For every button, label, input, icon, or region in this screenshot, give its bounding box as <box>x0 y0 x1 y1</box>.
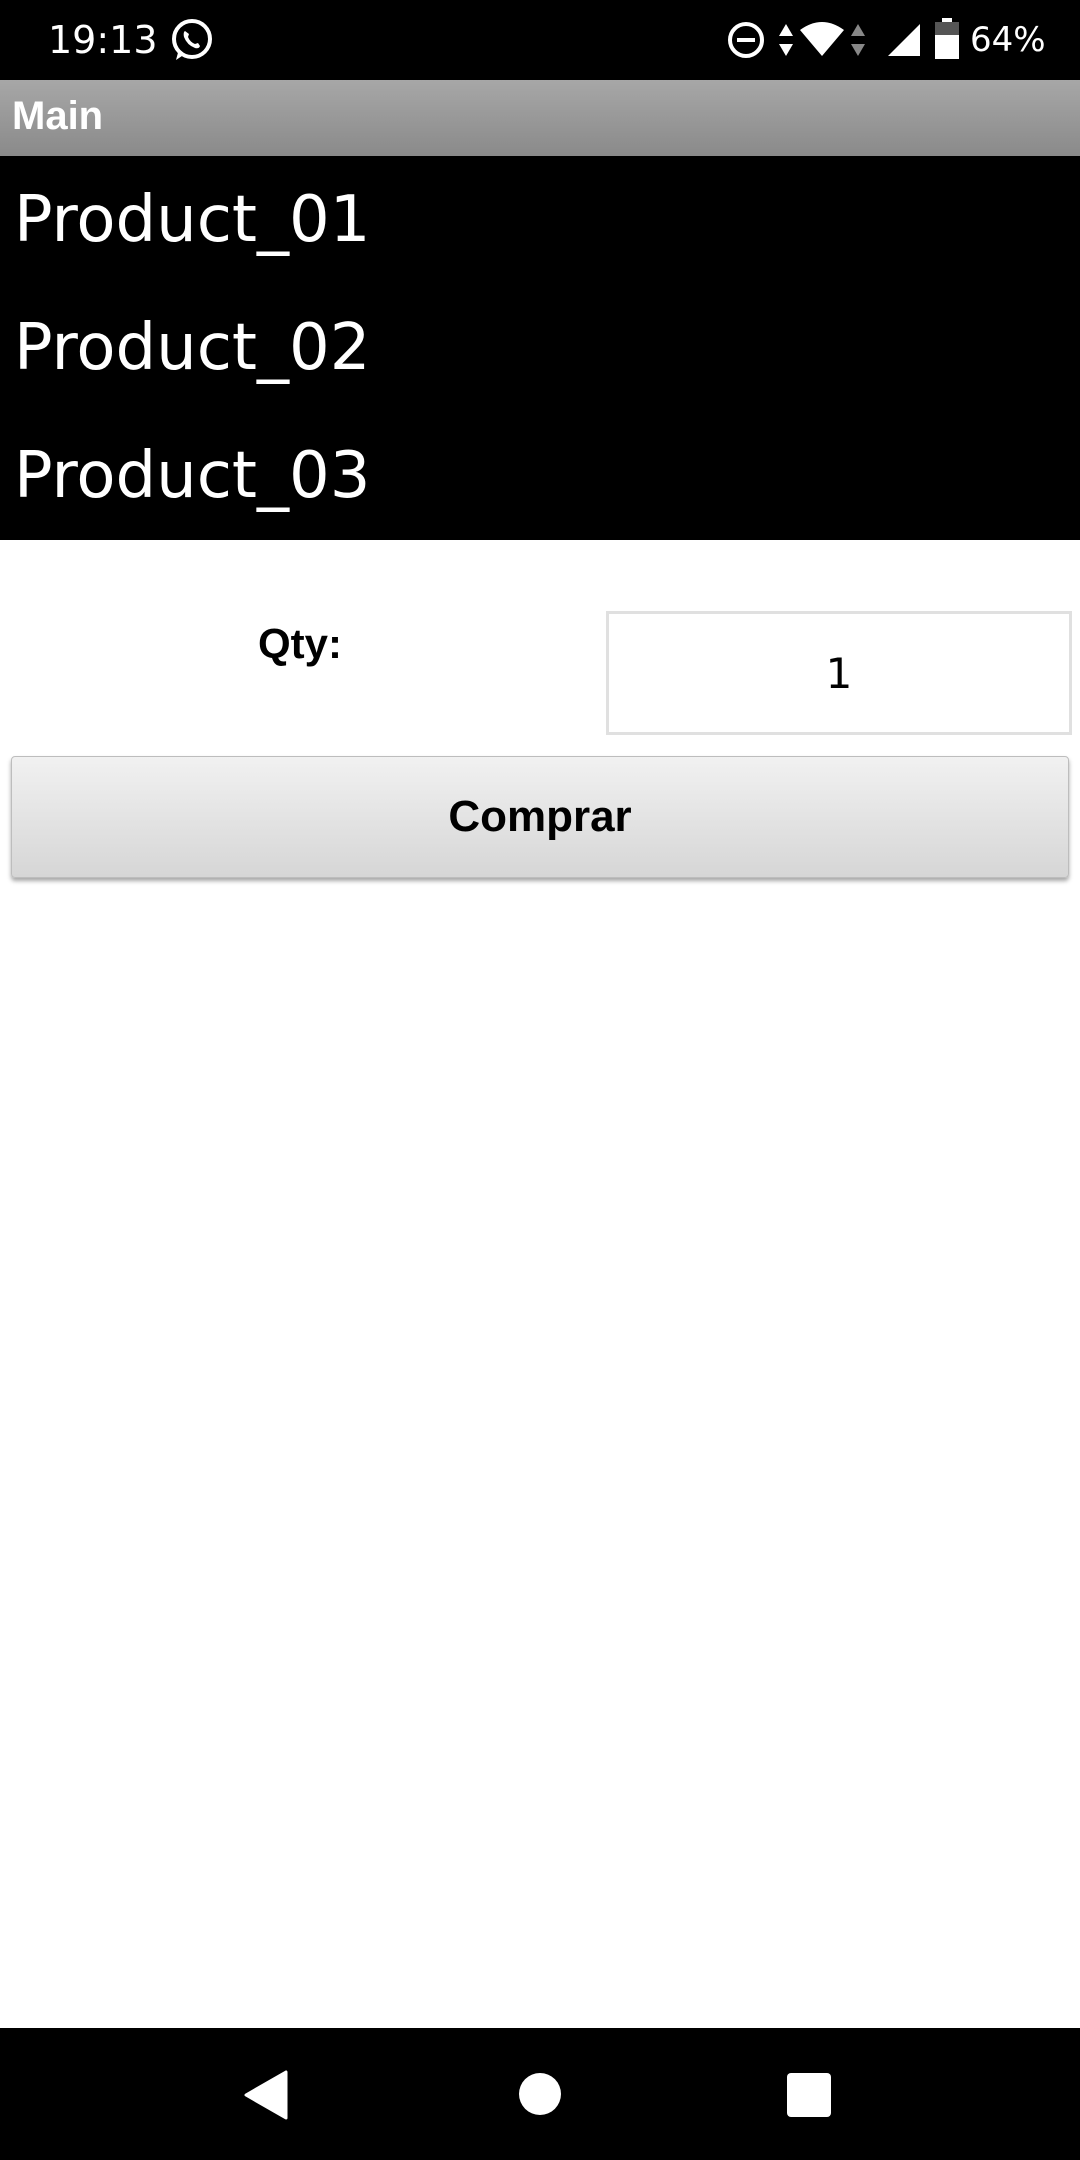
battery-icon <box>934 18 960 65</box>
qty-label: Qty: <box>258 620 342 667</box>
wifi-activity-icon <box>850 22 866 63</box>
cell-signal-icon <box>886 22 922 63</box>
product-item-02[interactable]: Product_02 <box>0 284 1080 412</box>
product-list: Product_01 Product_02 Product_03 <box>0 156 1080 540</box>
screen-title: Main <box>12 94 104 138</box>
screen: 19:13 64% Main Product_01 Product_02 Pro… <box>0 0 1080 2160</box>
buy-button[interactable]: Comprar <box>11 756 1069 878</box>
qty-input[interactable] <box>606 611 1072 735</box>
status-icons: 64% <box>660 0 1080 80</box>
product-item-03[interactable]: Product_03 <box>0 412 1080 540</box>
status-bar: 19:13 64% <box>0 0 1080 80</box>
product-item-01[interactable]: Product_01 <box>0 156 1080 284</box>
navigation-bar <box>0 2028 1080 2160</box>
back-icon[interactable] <box>244 2070 288 2125</box>
action-bar: Main <box>0 80 1080 156</box>
home-icon[interactable] <box>518 2072 562 2121</box>
whatsapp-icon <box>168 16 216 64</box>
wifi-icon <box>798 22 846 63</box>
data-activity-icon <box>778 22 794 63</box>
recents-icon[interactable] <box>786 2072 832 2123</box>
status-time: 19:13 <box>48 18 158 62</box>
battery-percent: 64% <box>970 20 1046 60</box>
